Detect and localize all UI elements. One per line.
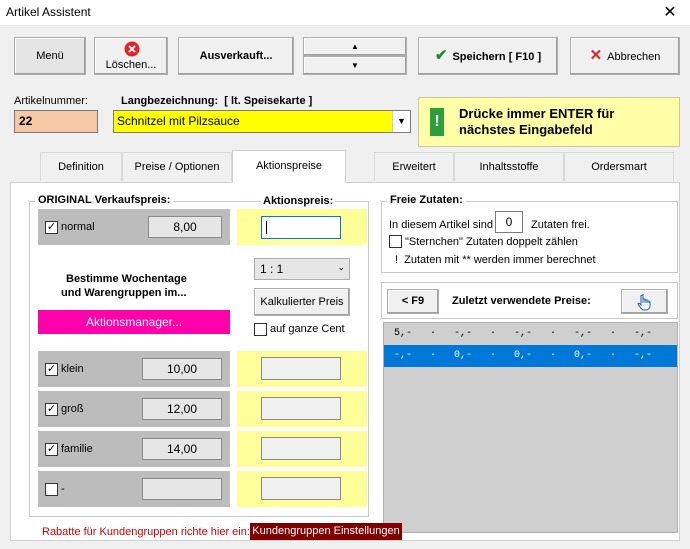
tab-ordersmart-label: Ordersmart xyxy=(591,161,647,173)
arrow-up-icon: ▲ xyxy=(351,42,359,51)
move-up-button[interactable]: ▲ xyxy=(303,37,407,56)
save-button[interactable]: ✔ Speichern [ F10 ] xyxy=(418,37,558,75)
weekday-text-2: und Warengruppen im... xyxy=(61,287,187,299)
description-label: Langbezeichnung: [ lt. Speisekarte ] xyxy=(121,95,313,107)
free-ingredients-pre: In diesem Artikel sind xyxy=(389,219,493,231)
tab-prices-options[interactable]: Preise / Optionen xyxy=(122,152,232,181)
sold-out-button-label: Ausverkauft... xyxy=(199,50,273,62)
label-gross: groß xyxy=(61,403,84,415)
title-bar: Artikel Assistent ✕ xyxy=(0,0,690,26)
tab-ingredients[interactable]: Inhaltsstoffe xyxy=(454,152,564,181)
customer-groups-button[interactable]: Kundengruppen Einstellungen xyxy=(250,523,402,540)
article-number-field[interactable]: 22 xyxy=(14,110,98,133)
original-price-title: ORIGINAL Verkaufspreis: xyxy=(35,194,174,206)
tab-action-prices-label: Aktionspreise xyxy=(255,160,323,172)
calculated-price-label: Kalkulierter Preis xyxy=(260,296,344,308)
list-item-selected[interactable]: -,- · 0,- · 0,- · 0,- · -,- xyxy=(384,345,677,367)
label-familie: familie xyxy=(61,443,93,455)
ratio-select[interactable]: 1 : 1 ⌄ xyxy=(254,258,350,280)
save-button-label: Speichern [ F10 ] xyxy=(452,51,542,63)
article-number-label: Artikelnummer: xyxy=(14,95,88,107)
tab-ordersmart[interactable]: Ordersmart xyxy=(564,152,674,181)
tab-action-prices[interactable]: Aktionspreise xyxy=(232,150,346,183)
action-input-normal[interactable] xyxy=(261,216,341,239)
delete-button[interactable]: Löschen... xyxy=(94,37,168,75)
tab-ingredients-label: Inhaltsstoffe xyxy=(479,161,539,173)
chevron-down-icon: ⌄ xyxy=(337,262,345,272)
recent-prices-list[interactable]: 5,- · -,- · -,- · -,- · -,- -,- · 0,- · … xyxy=(383,322,678,533)
arrow-down-icon: ▼ xyxy=(351,61,359,70)
checkbox-extra[interactable] xyxy=(45,483,58,496)
free-ingredients-title: Freie Zutaten: xyxy=(387,194,466,206)
close-icon[interactable]: ✕ xyxy=(650,0,690,26)
tab-extended[interactable]: Erweitert xyxy=(374,152,454,181)
enter-hint-line2: nächstes Eingabefeld xyxy=(459,122,593,137)
list-item[interactable]: 5,- · -,- · -,- · -,- · -,- xyxy=(384,323,677,345)
label-klein: klein xyxy=(61,363,84,375)
stars-double-label: "Sternchen" Zutaten doppelt zählen xyxy=(405,236,578,248)
menu-button[interactable]: Menü xyxy=(14,37,86,75)
action-input-gross[interactable] xyxy=(261,397,341,420)
exclamation-icon: ! xyxy=(430,108,444,136)
value-normal: 8,00 xyxy=(148,216,222,238)
delete-icon xyxy=(124,41,140,57)
stars-note: ! Zutaten mit ** werden immer berechnet xyxy=(395,254,596,266)
move-down-button[interactable]: ▼ xyxy=(303,56,407,75)
checkmark-icon: ✔ xyxy=(434,47,448,64)
cancel-x-icon: ✕ xyxy=(589,47,603,64)
round-cent-checkbox[interactable] xyxy=(254,323,267,336)
weekday-text-1: Bestimme Wochentage xyxy=(66,273,187,285)
round-cent-label: auf ganze Cent xyxy=(270,323,345,335)
tab-extended-label: Erweitert xyxy=(392,161,436,173)
label-extra: - xyxy=(61,483,65,495)
menu-button-label: Menü xyxy=(36,50,64,62)
recent-prices-title: Zuletzt verwendete Preise: xyxy=(452,295,591,307)
action-price-title: Aktionspreis: xyxy=(261,195,336,207)
enter-hint-text: Drücke immer ENTER für nächstes Eingabef… xyxy=(459,106,614,138)
free-ingredients-count[interactable]: 0 xyxy=(495,211,523,233)
value-extra xyxy=(142,478,222,500)
description-value: Schnitzel mit Pilzsauce xyxy=(117,114,240,128)
action-manager-button[interactable]: Aktionsmanager... xyxy=(38,310,230,334)
chevron-down-icon[interactable]: ▼ xyxy=(392,111,410,132)
checkbox-normal[interactable]: ✓ xyxy=(45,221,58,234)
cancel-button-label: Abbrechen xyxy=(607,51,661,63)
enter-hint-line1: Drücke immer ENTER für xyxy=(459,106,615,121)
checkbox-klein[interactable]: ✓ xyxy=(45,363,58,376)
pick-price-button[interactable] xyxy=(621,289,668,314)
discount-hint: Rabatte für Kundengruppen richte hier ei… xyxy=(42,526,250,538)
stars-double-checkbox[interactable] xyxy=(389,235,402,248)
hand-pointer-icon xyxy=(637,294,651,311)
f9-button[interactable]: < F9 xyxy=(387,289,439,314)
text-cursor xyxy=(266,221,267,234)
window-title: Artikel Assistent xyxy=(6,5,91,19)
free-ingredients-post: Zutaten frei. xyxy=(531,219,590,231)
cancel-button[interactable]: ✕ Abbrechen xyxy=(570,37,680,75)
tab-definition[interactable]: Definition xyxy=(40,152,122,181)
description-combo[interactable]: Schnitzel mit Pilzsauce ▼ xyxy=(113,110,411,133)
action-input-extra[interactable] xyxy=(261,477,341,500)
action-input-klein[interactable] xyxy=(261,357,341,380)
value-familie: 14,00 xyxy=(142,438,222,460)
enter-hint-box: ! Drücke immer ENTER für nächstes Eingab… xyxy=(418,97,680,147)
tab-prices-options-label: Preise / Optionen xyxy=(134,161,220,173)
sold-out-button[interactable]: Ausverkauft... xyxy=(178,37,294,75)
checkbox-gross[interactable]: ✓ xyxy=(45,403,58,416)
ratio-value: 1 : 1 xyxy=(260,262,284,276)
value-gross: 12,00 xyxy=(142,398,222,420)
tab-definition-label: Definition xyxy=(58,161,104,173)
checkbox-familie[interactable]: ✓ xyxy=(45,443,58,456)
label-normal: normal xyxy=(61,221,95,233)
delete-button-label: Löschen... xyxy=(105,59,157,71)
f9-button-label: < F9 xyxy=(401,295,425,307)
calculated-price-button[interactable]: Kalkulierter Preis xyxy=(254,288,350,316)
action-input-familie[interactable] xyxy=(261,437,341,460)
value-klein: 10,00 xyxy=(142,358,222,380)
